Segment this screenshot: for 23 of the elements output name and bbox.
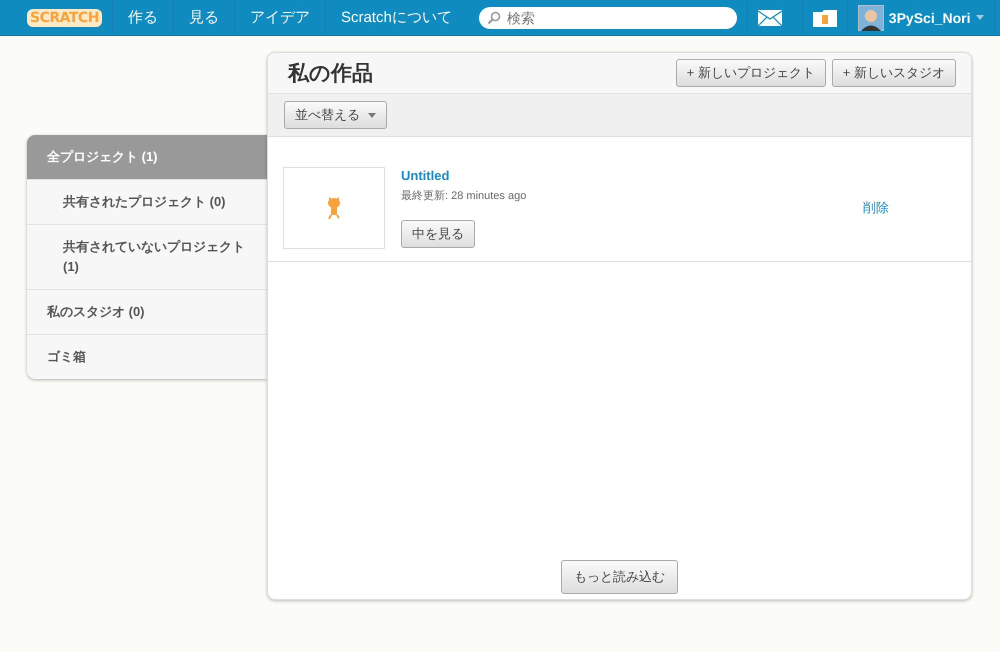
caret-icon bbox=[976, 15, 984, 20]
caret-icon bbox=[368, 112, 376, 118]
sidebar-item[interactable]: ゴミ箱 bbox=[27, 335, 267, 379]
new-button[interactable]: + 新しいプロジェクト bbox=[676, 59, 826, 87]
envelope-icon bbox=[758, 10, 782, 26]
nav-link[interactable]: 作る bbox=[112, 0, 173, 35]
folder-icon bbox=[812, 8, 837, 26]
search-field[interactable]: 検索 bbox=[478, 6, 737, 28]
cat-sprite-icon bbox=[326, 197, 342, 219]
page-title: 私の作品 bbox=[288, 61, 373, 87]
nav-link[interactable]: アイデア bbox=[234, 0, 325, 35]
nav-link[interactable]: Scratchについて bbox=[324, 0, 467, 35]
sort-dropdown[interactable]: 並べ替える bbox=[284, 101, 387, 129]
last-updated-text: 最終更新: 28 minutes ago bbox=[401, 188, 526, 203]
account-menu[interactable]: 3PySci_Nori bbox=[846, 0, 995, 35]
load-more-button[interactable]: もっと読み込む bbox=[561, 560, 678, 594]
nav-link[interactable]: 見る bbox=[172, 0, 234, 35]
new-button[interactable]: + 新しいスタジオ bbox=[832, 59, 956, 87]
project-thumbnail[interactable] bbox=[283, 167, 385, 249]
open-project-button[interactable]: 中を見る bbox=[401, 220, 475, 248]
avatar-icon bbox=[858, 4, 884, 30]
project-title-link[interactable]: Untitled bbox=[401, 168, 450, 183]
delete-link[interactable]: 削除 bbox=[863, 199, 889, 217]
